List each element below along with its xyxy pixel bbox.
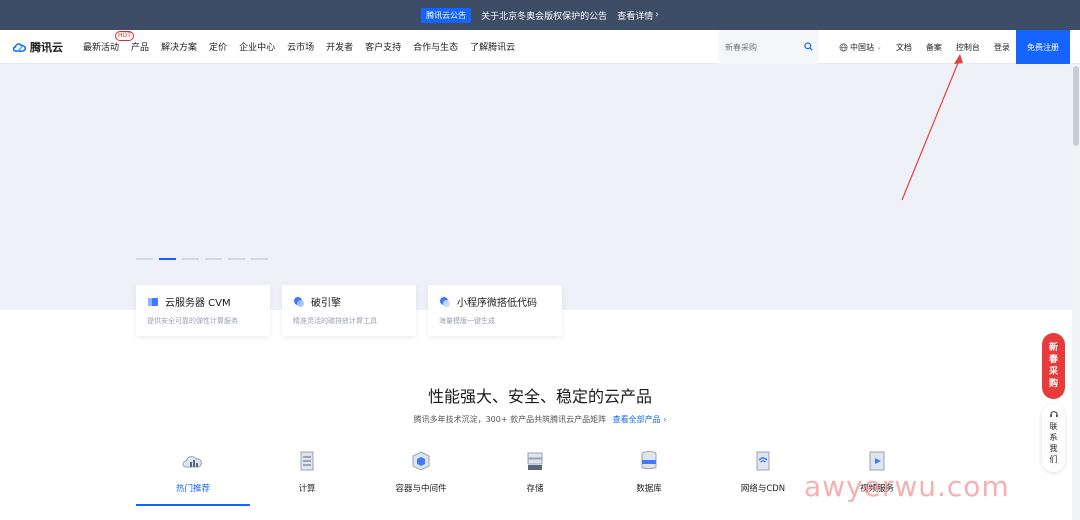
- tencent-cloud-logo-icon: [12, 42, 27, 52]
- tab-database[interactable]: 数据库: [592, 446, 706, 506]
- database-icon: [641, 451, 657, 469]
- announcement-more-link[interactable]: 查看详情 ›: [617, 9, 659, 22]
- carousel-dot[interactable]: [228, 258, 245, 260]
- filing-link[interactable]: 备案: [919, 42, 949, 53]
- headset-icon: [1049, 411, 1058, 417]
- login-link[interactable]: 登录: [987, 42, 1017, 53]
- promo-char: 采: [1048, 367, 1058, 377]
- contact-char: 系: [1049, 433, 1058, 442]
- tab-label: 热门推荐: [175, 484, 210, 494]
- chevron-right-icon: ›: [655, 10, 659, 20]
- announcement-tag: 腾讯云公告: [421, 7, 472, 23]
- logo[interactable]: 腾讯云: [12, 39, 63, 55]
- carousel-dots: [136, 258, 268, 260]
- hero-card-desc: 提供安全可靠的弹性计算服务: [147, 317, 238, 325]
- contact-char: 们: [1049, 455, 1058, 464]
- hero-card-desc: 精准灵活的碳排放计算工具: [293, 317, 377, 325]
- tab-label: 容器与中间件: [395, 484, 447, 494]
- search-input[interactable]: [725, 42, 799, 52]
- hero-card-lowcode[interactable]: 小程序微搭低代码 海量模版一键生成: [428, 285, 562, 336]
- tab-storage[interactable]: 存储: [478, 446, 592, 506]
- nav-item-about[interactable]: 了解腾讯云: [464, 40, 521, 53]
- scrollbar-thumb[interactable]: [1073, 66, 1079, 146]
- section-subtitle-text: 腾讯多年技术沉淀，300+ 款产品共筑腾讯云产品矩阵: [413, 415, 607, 424]
- console-link[interactable]: 控制台: [949, 42, 987, 53]
- nav-item-partners[interactable]: 合作与生态: [407, 40, 464, 53]
- nav-right-links: 中国站 ⌄ 文档 备案 控制台 登录: [832, 30, 1017, 64]
- network-icon: [756, 451, 770, 471]
- contact-us-float[interactable]: 联 系 我 们: [1042, 404, 1065, 472]
- nav-item-latest[interactable]: 最新活动: [77, 40, 125, 53]
- container-icon: [412, 451, 430, 471]
- nav-item-support[interactable]: 客户支持: [359, 40, 407, 53]
- tab-container[interactable]: 容器与中间件: [364, 446, 478, 506]
- carousel-dot[interactable]: [182, 258, 199, 260]
- hero-card-carbon[interactable]: 破引擎 精准灵活的碳排放计算工具: [282, 285, 416, 336]
- globe-icon: [839, 42, 848, 52]
- server-icon: [148, 297, 158, 306]
- tab-hot[interactable]: 热门推荐: [136, 446, 250, 506]
- nav-item-marketplace[interactable]: 云市场: [281, 40, 320, 53]
- lowcode-icon: [440, 296, 450, 307]
- tab-compute[interactable]: 计算: [250, 446, 364, 506]
- nav-item-pricing[interactable]: 定价: [203, 40, 233, 53]
- chevron-down-icon: ⌄: [876, 43, 882, 51]
- tab-label: 存储: [526, 484, 544, 494]
- search-icon[interactable]: [804, 42, 813, 51]
- new-year-promo-float[interactable]: 新 春 采 购: [1042, 333, 1065, 399]
- carousel-dot[interactable]: [251, 258, 268, 260]
- announcement-more-label: 查看详情: [617, 11, 654, 22]
- hero-card-title: 破引擎: [311, 298, 341, 309]
- logo-text: 腾讯云: [30, 40, 63, 54]
- nav-item-products[interactable]: 产品 HOT: [115, 31, 155, 53]
- watermark: awyerwu.com: [804, 470, 1010, 503]
- section-subtitle: 腾讯多年技术沉淀，300+ 款产品共筑腾讯云产品矩阵 查看全部产品 ›: [0, 414, 1080, 425]
- hero-card-cvm[interactable]: 云服务器 CVM 提供安全可靠的弹性计算服务: [136, 285, 270, 336]
- region-selector[interactable]: 中国站 ⌄: [832, 42, 889, 53]
- hero-card-title: 云服务器 CVM: [165, 298, 231, 309]
- hero-banner[interactable]: [0, 64, 1072, 310]
- hero-card-title: 小程序微搭低代码: [457, 298, 537, 309]
- contact-char: 联: [1049, 422, 1058, 431]
- docs-link[interactable]: 文档: [889, 42, 919, 53]
- section-title: 性能强大、安全、稳定的云产品: [427, 387, 652, 406]
- hot-badge: HOT: [115, 31, 134, 41]
- main-nav: 腾讯云 最新活动 产品 HOT 解决方案 定价 企业中心 云市场 开发者 客户支…: [0, 30, 1080, 64]
- nav-item-products-label: 产品: [131, 43, 150, 53]
- region-label: 中国站: [850, 42, 874, 52]
- carbon-engine-icon: [294, 296, 304, 307]
- tab-label: 网络与CDN: [740, 484, 786, 494]
- cloud-icon: [182, 456, 202, 468]
- search-box: [719, 30, 819, 64]
- tab-label: 计算: [298, 484, 316, 494]
- register-button[interactable]: 免费注册: [1016, 30, 1070, 64]
- carousel-dot[interactable]: [205, 258, 222, 260]
- contact-char: 我: [1049, 444, 1058, 453]
- tab-network[interactable]: 网络与CDN: [706, 446, 820, 506]
- nav-item-solutions[interactable]: 解决方案: [155, 40, 203, 53]
- nav-item-enterprise[interactable]: 企业中心: [233, 40, 281, 53]
- view-all-label: 查看全部产品: [612, 415, 661, 424]
- view-all-products-link[interactable]: 查看全部产品 ›: [613, 415, 667, 424]
- promo-char: 购: [1048, 379, 1058, 389]
- promo-char: 春: [1048, 355, 1058, 365]
- promo-char: 新: [1048, 343, 1058, 353]
- compute-icon: [300, 451, 314, 471]
- announcement-bar: 腾讯云公告 关于北京冬奥会版权保护的公告 查看详情 ›: [0, 0, 1080, 30]
- page-scrollbar[interactable]: [1072, 64, 1080, 520]
- nav-menu: 最新活动 产品 HOT 解决方案 定价 企业中心 云市场 开发者 客户支持 合作…: [77, 31, 521, 53]
- carousel-dot[interactable]: [136, 258, 153, 260]
- announcement-text[interactable]: 关于北京冬奥会版权保护的公告: [481, 9, 607, 22]
- hero-card-desc: 海量模版一键生成: [439, 317, 495, 325]
- carousel-dot-active[interactable]: [159, 258, 176, 260]
- nav-item-developer[interactable]: 开发者: [320, 40, 359, 53]
- storage-icon: [527, 452, 543, 470]
- tab-label: 数据库: [636, 484, 662, 494]
